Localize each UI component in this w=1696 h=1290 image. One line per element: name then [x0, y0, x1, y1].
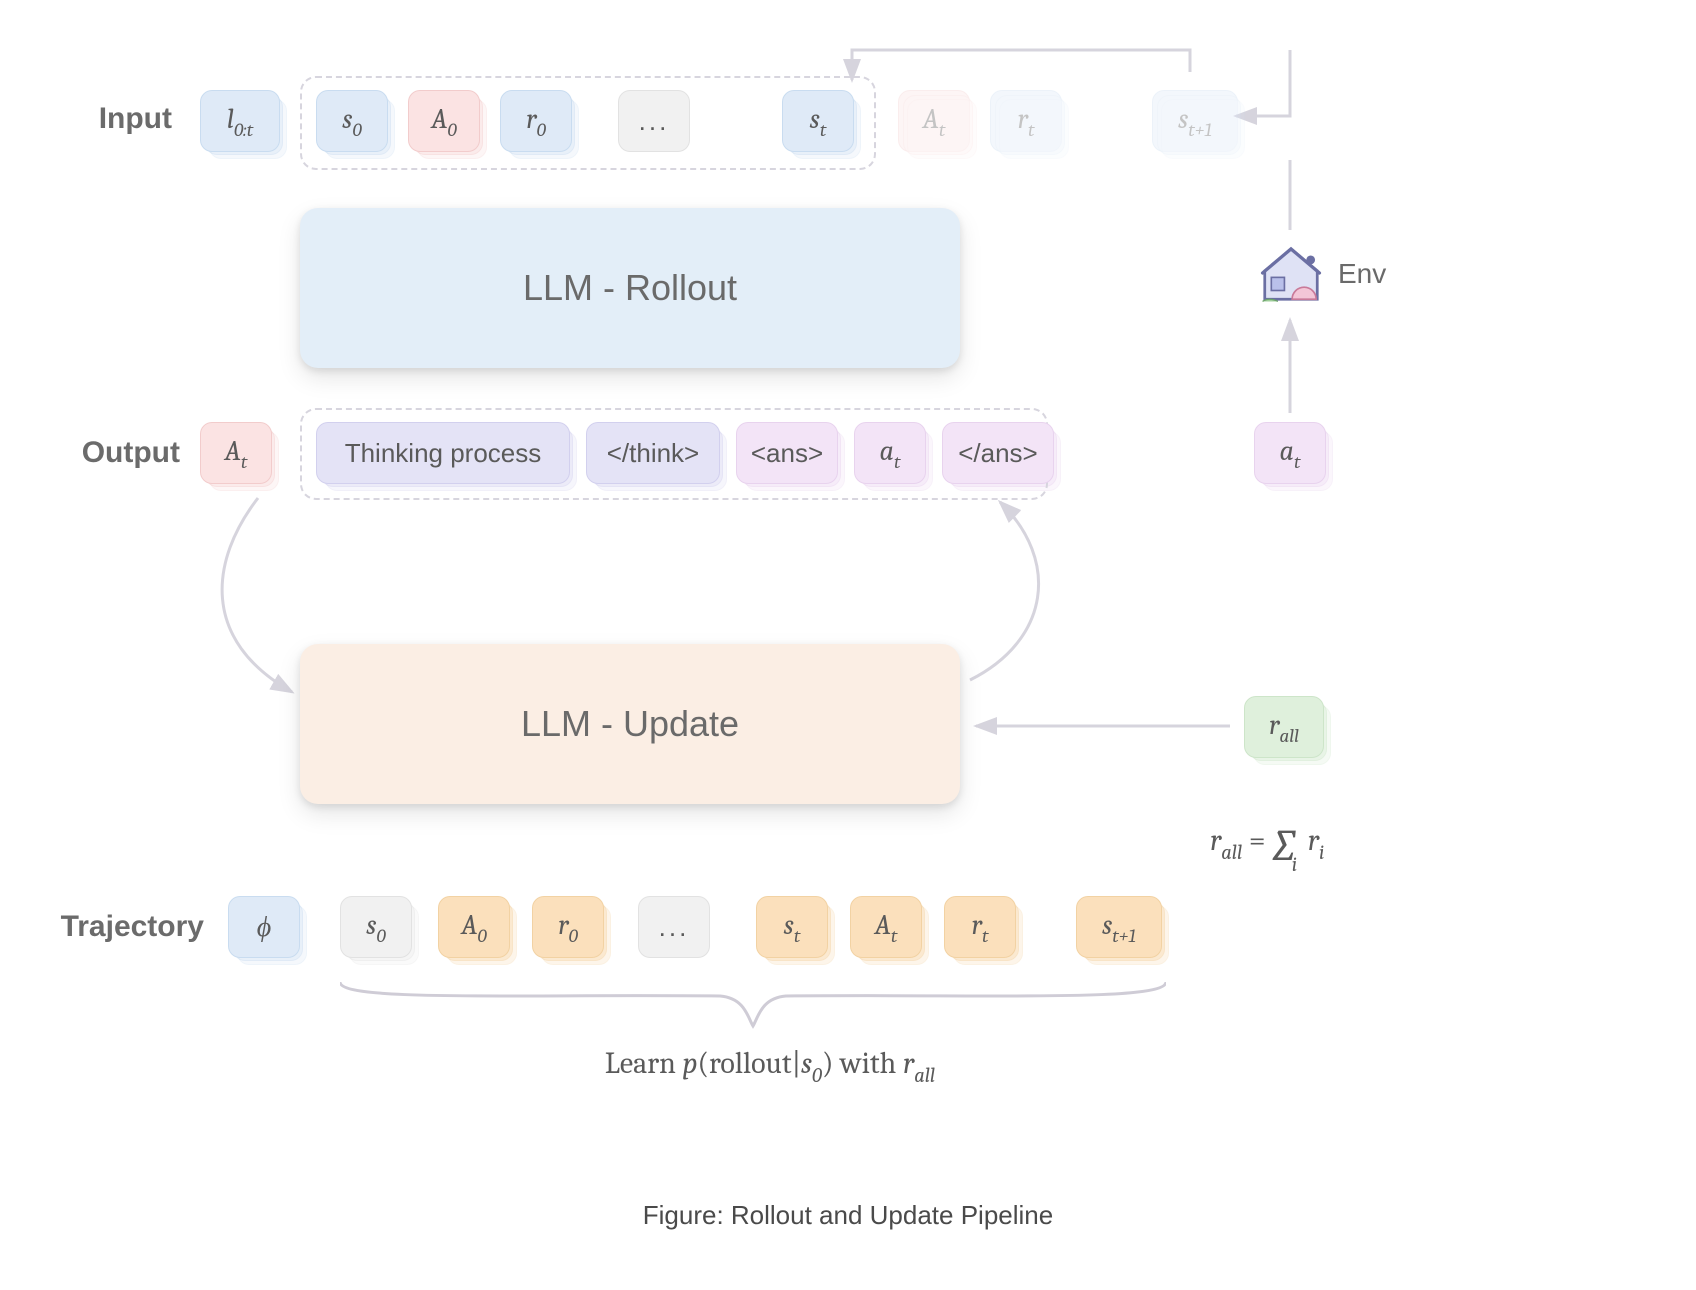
token-traj-st: st [756, 896, 828, 958]
token-traj-A0: A0 [438, 896, 510, 958]
token-traj-rt: rt [944, 896, 1016, 958]
panel-llm-update: LLM - Update [300, 644, 960, 804]
figure-caption: Figure: Rollout and Update Pipeline [0, 1200, 1696, 1231]
token-At-faded: At [898, 90, 970, 152]
house-icon [1256, 238, 1326, 308]
token-l: l0:t [200, 90, 280, 152]
label-env: Env [1338, 258, 1386, 290]
token-input-ellipsis: ... [618, 90, 690, 152]
label-input: Input [62, 102, 172, 136]
token-open-ans: <ans> [736, 422, 838, 484]
token-s0: s0 [316, 90, 388, 152]
token-thinking-process: Thinking process [316, 422, 570, 484]
token-close-think: </think> [586, 422, 720, 484]
token-r0: r0 [500, 90, 572, 152]
token-rt-faded: rt [990, 90, 1062, 152]
equation-learn: Learn p(rollout|s0) with rall [500, 1046, 1040, 1086]
token-r_all: rall [1244, 696, 1324, 758]
token-a_t: at [854, 422, 926, 484]
token-st1-faded: st+1 [1152, 90, 1238, 152]
label-output: Output [50, 436, 180, 470]
token-output-At: At [200, 422, 272, 484]
token-a_t-env: at [1254, 422, 1326, 484]
equation-r_all: rall = ∑i ri [1210, 820, 1490, 871]
token-traj-ellipsis: ... [638, 896, 710, 958]
brace-icon [340, 974, 1166, 1034]
label-trajectory: Trajectory [24, 910, 204, 944]
diagram-stage: Input l0:t s0 A0 r0 ... st At rt st+1 LL… [0, 0, 1696, 1290]
token-traj-st1: st+1 [1076, 896, 1162, 958]
panel-llm-rollout: LLM - Rollout [300, 208, 960, 368]
token-traj-s0: s0 [340, 896, 412, 958]
token-st: st [782, 90, 854, 152]
token-A0: A0 [408, 90, 480, 152]
token-traj-r0: r0 [532, 896, 604, 958]
token-phi: ϕ [228, 896, 300, 958]
token-traj-At: At [850, 896, 922, 958]
token-close-ans: </ans> [942, 422, 1054, 484]
